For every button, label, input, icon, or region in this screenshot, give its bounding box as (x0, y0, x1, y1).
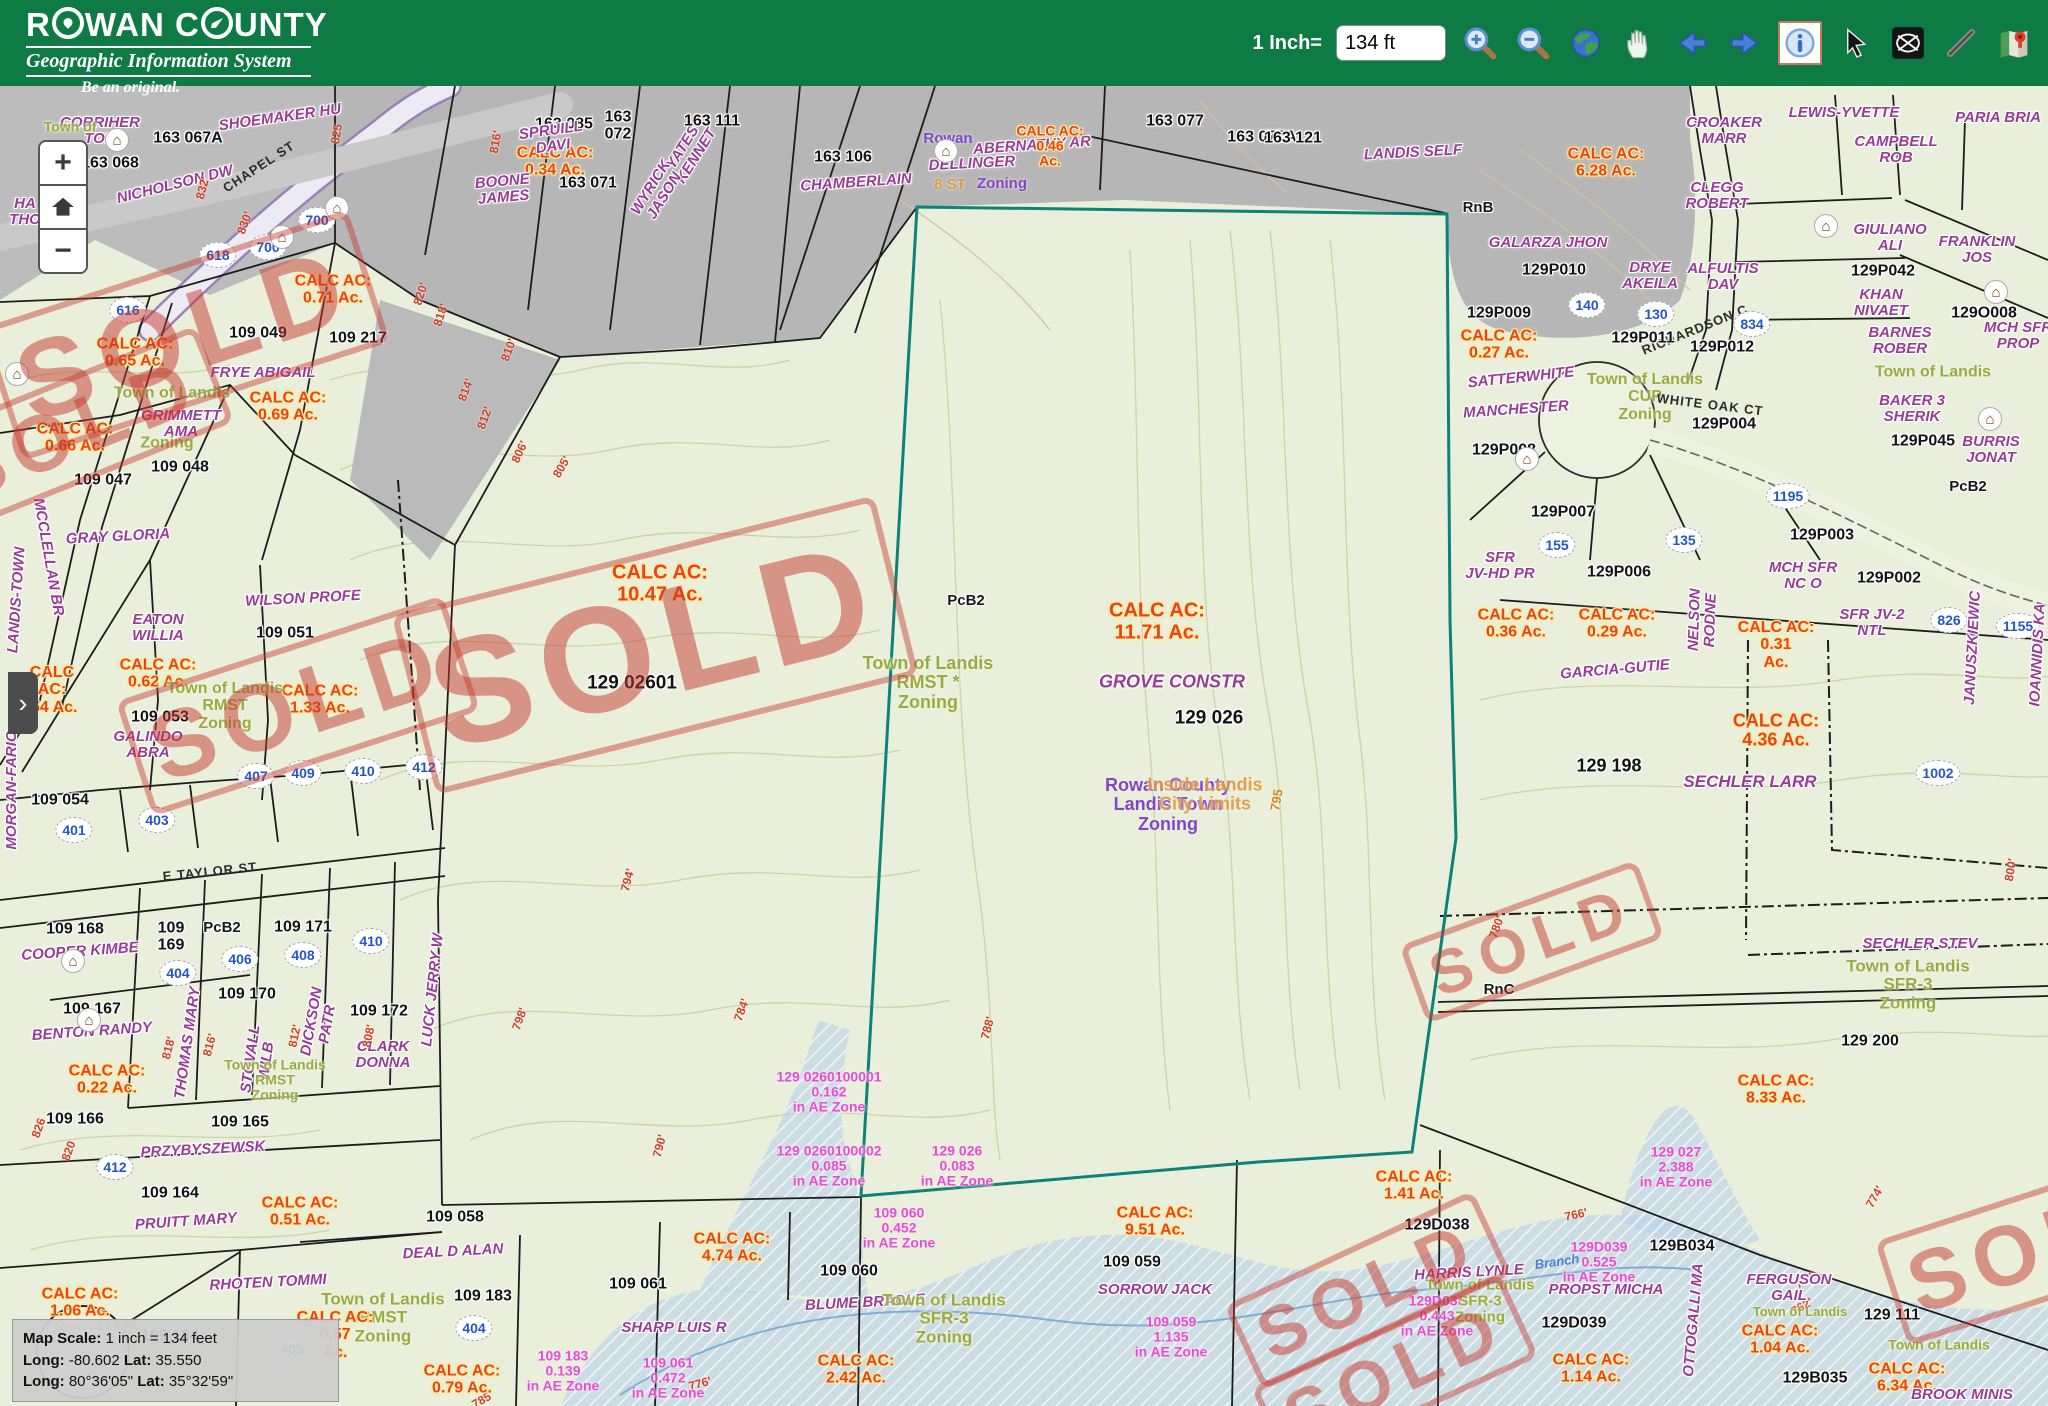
measure-icon[interactable] (1941, 23, 1981, 63)
toolbar: 1 Inch= (1253, 0, 2034, 86)
back-arrow-icon[interactable] (1672, 23, 1712, 63)
status-line: Long: 80°36'05" Lat: 35°32'59" (23, 1371, 328, 1393)
map-pin-icon (52, 7, 84, 39)
scale-input[interactable] (1336, 25, 1446, 61)
map-canvas (0, 0, 2048, 1406)
identify-info-icon[interactable] (1778, 21, 1822, 65)
zoom-in-button[interactable]: + (40, 142, 86, 186)
logo-title: RWAN CUNTY (26, 6, 328, 44)
logo-rule (26, 46, 311, 48)
google-maps-icon[interactable] (1994, 23, 2034, 63)
pan-hand-icon[interactable] (1619, 23, 1659, 63)
status-line: Long: -80.602 Lat: 35.550 (23, 1350, 328, 1372)
status-bar: Map Scale: 1 inch = 134 feet Long: -80.6… (12, 1319, 339, 1402)
select-pointer-icon[interactable] (1835, 23, 1875, 63)
rowan-county-logo: RWAN CUNTY Geographic Information System… (26, 6, 328, 97)
scale-label: 1 Inch= (1253, 32, 1322, 55)
map-viewport[interactable]: CORRIHER TONTown of163 067A163 068NICHOL… (0, 0, 2048, 1406)
home-button[interactable] (40, 186, 86, 230)
toolbar-icons (1460, 21, 2034, 65)
chevron-right-icon: › (19, 688, 28, 719)
home-icon (50, 194, 76, 220)
clear-selection-icon[interactable] (1888, 23, 1928, 63)
status-line: Map Scale: 1 inch = 134 feet (23, 1328, 328, 1350)
sidebar-flyout-tab[interactable]: › (8, 672, 38, 734)
logo-tagline: Be an original. (81, 79, 328, 97)
header-bar: RWAN CUNTY Geographic Information System… (0, 0, 2048, 86)
zoom-in-icon[interactable] (1460, 23, 1500, 63)
compass-icon (201, 7, 233, 39)
forward-arrow-icon[interactable] (1725, 23, 1765, 63)
zoom-out-icon[interactable] (1513, 23, 1553, 63)
zoom-control: + − (38, 140, 88, 274)
logo-rule (26, 75, 311, 77)
zoom-out-button[interactable]: − (40, 230, 86, 272)
full-extent-globe-icon[interactable] (1566, 23, 1606, 63)
gis-application: CORRIHER TONTown of163 067A163 068NICHOL… (0, 0, 2048, 1406)
logo-subtitle: Geographic Information System (26, 50, 328, 73)
